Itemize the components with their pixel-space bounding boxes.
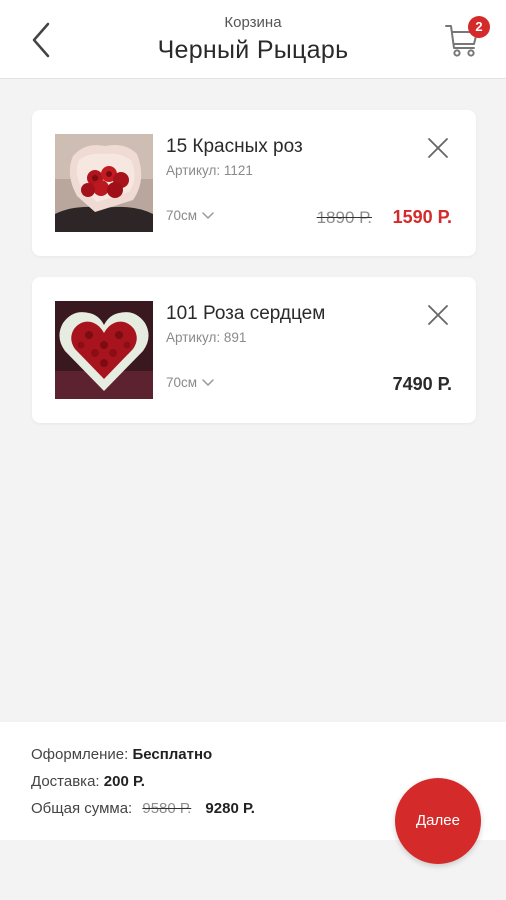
item-name: 15 Красных роз xyxy=(166,136,303,157)
chevron-down-icon xyxy=(202,212,214,219)
size-label: 70см xyxy=(166,375,198,390)
total-old-price: 9580 Р. xyxy=(142,800,192,817)
total-price: 9280 Р. xyxy=(205,800,255,817)
size-label: 70см xyxy=(166,208,198,223)
design-fee-row: Оформление: Бесплатно xyxy=(31,746,212,763)
total-label: Общая сумма: xyxy=(31,800,133,817)
top-bar: Корзина Черный Рыцарь 2 xyxy=(0,0,506,79)
remove-item-button[interactable] xyxy=(426,303,450,327)
total-row: Общая сумма: 9580 Р. 9280 Р. xyxy=(31,800,255,817)
item-sku: Артикул: 891 xyxy=(166,330,247,345)
item-sku: Артикул: 1121 xyxy=(166,163,253,178)
close-icon xyxy=(428,305,448,325)
next-button[interactable]: Далее xyxy=(395,778,481,864)
delivery-label: Доставка: xyxy=(31,773,100,790)
page-subtitle: Корзина xyxy=(224,14,282,31)
size-selector[interactable]: 70см xyxy=(166,208,215,223)
sale-price: 1590 Р. xyxy=(392,207,452,227)
delivery-row: Доставка: 200 Р. xyxy=(31,773,145,790)
size-selector[interactable]: 70см xyxy=(166,375,215,390)
close-icon xyxy=(428,138,448,158)
page-title: Черный Рыцарь xyxy=(157,36,349,64)
cart-count-badge: 2 xyxy=(468,16,490,38)
chevron-down-icon xyxy=(202,379,214,386)
item-price: 7490 Р. xyxy=(392,374,452,394)
design-fee-label: Оформление: xyxy=(31,746,129,763)
cart-item-card: 15 Красных роз Артикул: 1121 70см 1890 Р… xyxy=(32,110,476,256)
item-name: 101 Роза сердцем xyxy=(166,303,326,324)
design-fee-value: Бесплатно xyxy=(132,746,213,763)
delivery-value: 200 Р. xyxy=(103,773,145,790)
remove-item-button[interactable] xyxy=(426,136,450,160)
heart-roses-photo[interactable] xyxy=(55,301,153,399)
red-roses-bouquet-photo[interactable] xyxy=(55,134,153,232)
old-price: 1890 Р. xyxy=(316,208,372,227)
cart-item-card: 101 Роза сердцем Артикул: 891 70см 7490 … xyxy=(32,277,476,423)
